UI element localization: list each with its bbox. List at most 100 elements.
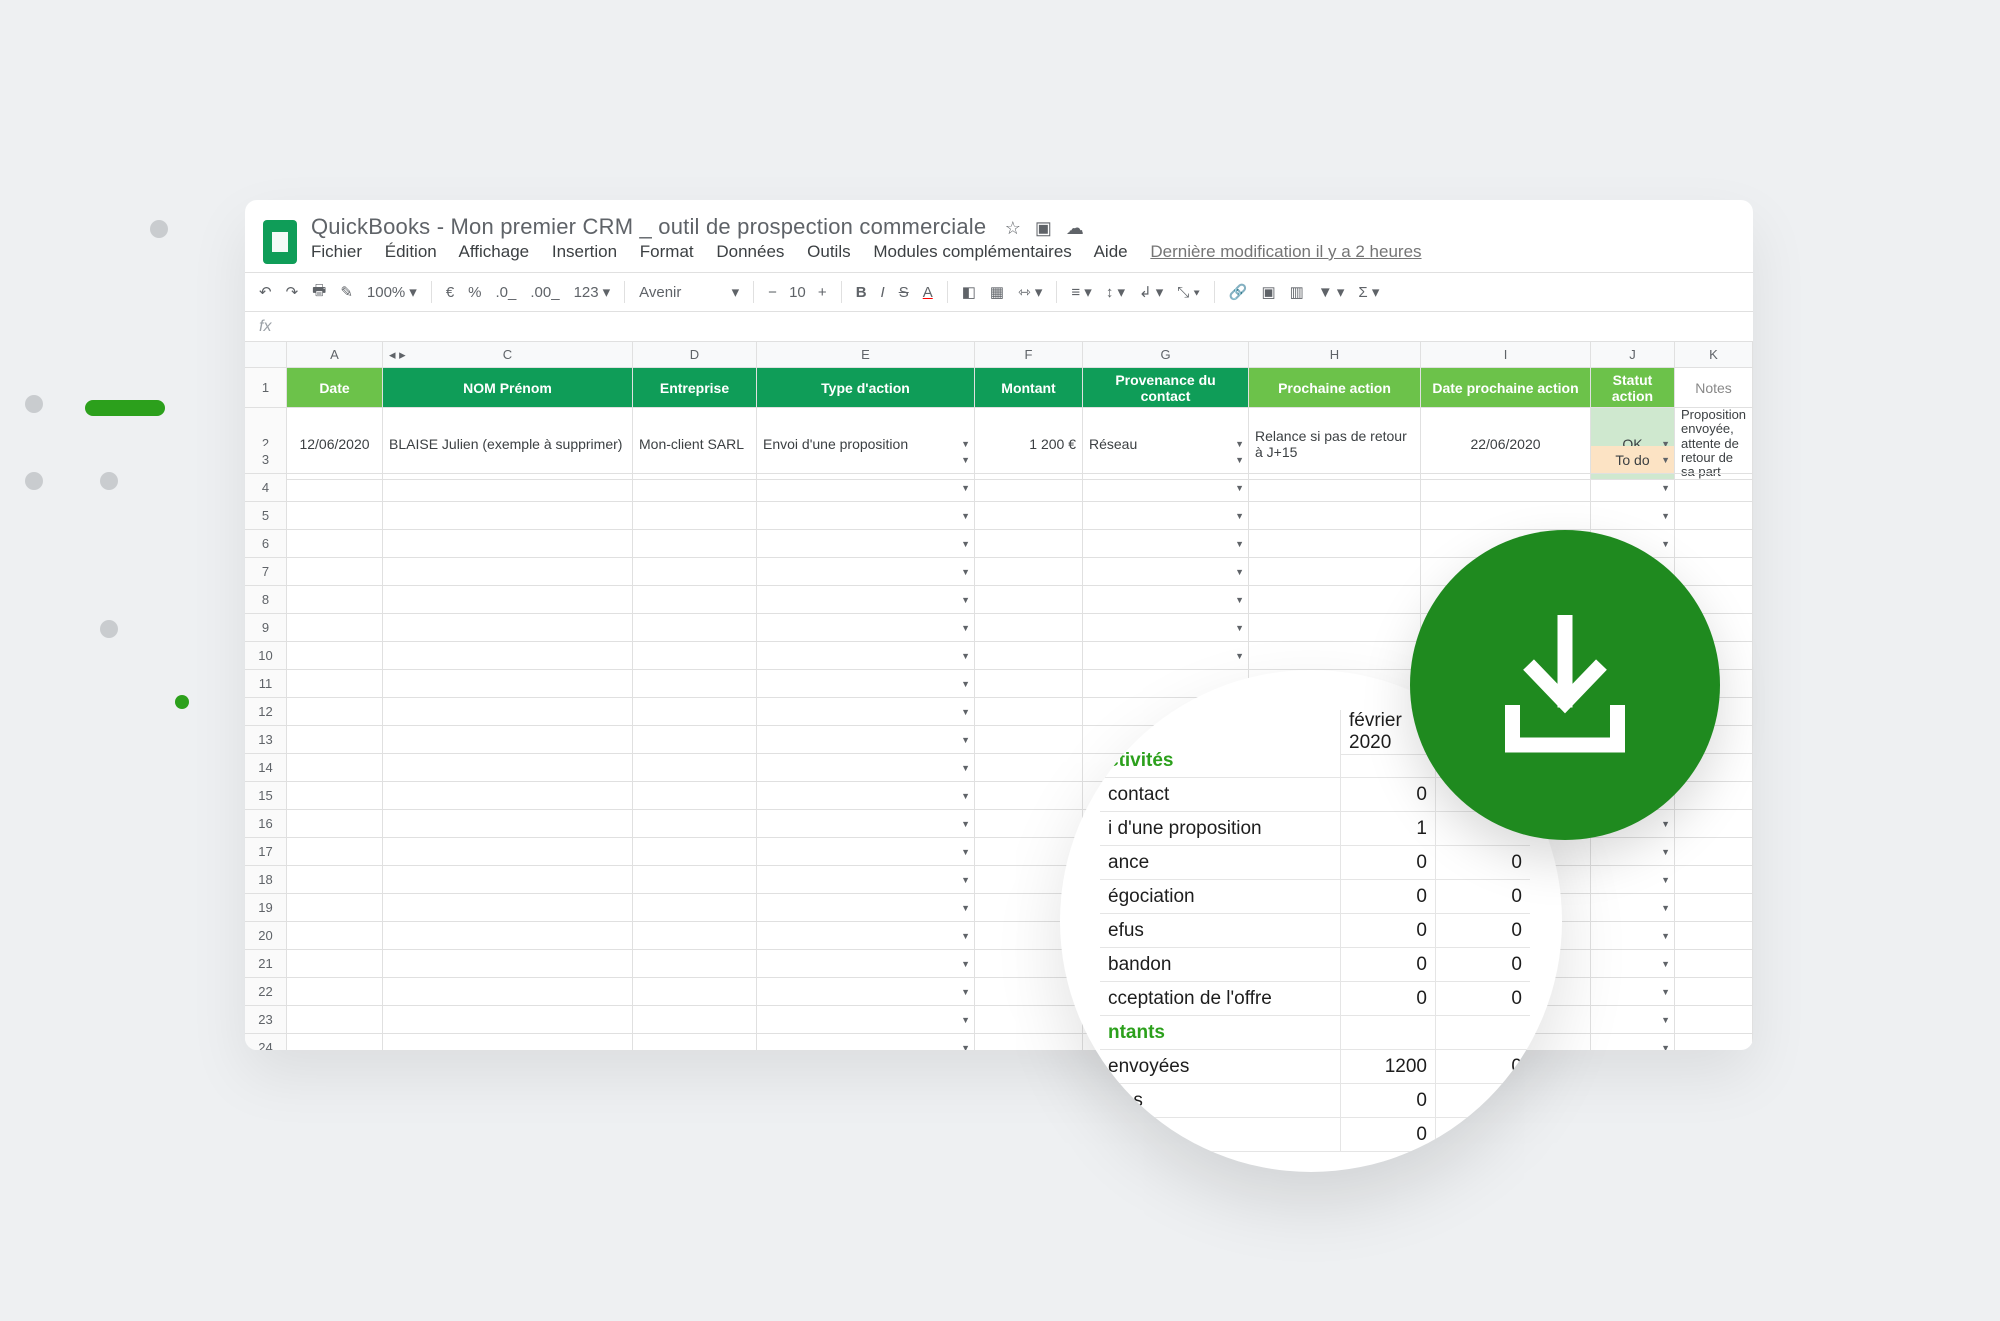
- number-format-select[interactable]: 123 ▾: [574, 283, 611, 301]
- dropdown-icon[interactable]: ▼: [961, 623, 970, 633]
- dropdown-icon[interactable]: ▼: [961, 1043, 970, 1051]
- dropdown-icon[interactable]: ▼: [1235, 623, 1244, 633]
- document-title[interactable]: QuickBooks - Mon premier CRM _ outil de …: [311, 214, 986, 239]
- menu-edition[interactable]: Édition: [385, 242, 437, 261]
- dropdown-icon[interactable]: ▼: [1661, 875, 1670, 885]
- dropdown-icon[interactable]: ▼: [961, 987, 970, 997]
- menu-insertion[interactable]: Insertion: [552, 242, 617, 261]
- dropdown-icon[interactable]: ▼: [961, 595, 970, 605]
- move-folder-icon[interactable]: ▣: [1035, 218, 1052, 239]
- dropdown-icon[interactable]: ▼: [1661, 1015, 1670, 1025]
- dropdown-icon[interactable]: ▼: [961, 539, 970, 549]
- dropdown-icon[interactable]: ▼: [1661, 931, 1670, 941]
- formula-bar[interactable]: fx: [245, 312, 1753, 342]
- chart-icon[interactable]: ▥: [1290, 283, 1304, 301]
- dropdown-icon[interactable]: ▼: [1661, 959, 1670, 969]
- star-icon[interactable]: ☆: [1005, 218, 1021, 239]
- panel-row: égociation00: [1100, 880, 1522, 914]
- col-statut: Statut action: [1591, 368, 1675, 408]
- filter-icon[interactable]: ▼ ▾: [1318, 283, 1345, 301]
- bold-button[interactable]: B: [856, 284, 867, 301]
- dropdown-icon[interactable]: ▼: [961, 1015, 970, 1025]
- menu-format[interactable]: Format: [640, 242, 694, 261]
- dropdown-icon[interactable]: ▼: [1235, 651, 1244, 661]
- col-prochaine: Prochaine action: [1249, 368, 1421, 408]
- decrease-decimal-button[interactable]: .0_: [496, 284, 517, 301]
- dropdown-icon[interactable]: ▼: [1235, 595, 1244, 605]
- undo-icon[interactable]: ↶: [259, 283, 272, 301]
- dropdown-icon[interactable]: ▼: [1661, 539, 1670, 549]
- strike-button[interactable]: S: [899, 284, 909, 301]
- col-provenance: Provenance du contact: [1083, 368, 1249, 408]
- empty-row[interactable]: 5▼▼▼: [245, 502, 1753, 530]
- dropdown-icon[interactable]: ▼: [1661, 455, 1670, 465]
- dropdown-icon[interactable]: ▼: [961, 875, 970, 885]
- dropdown-icon[interactable]: ▼: [1235, 511, 1244, 521]
- dropdown-icon[interactable]: ▼: [961, 847, 970, 857]
- valign-icon[interactable]: ↕ ▾: [1106, 283, 1125, 301]
- dropdown-icon[interactable]: ▼: [1235, 567, 1244, 577]
- italic-button[interactable]: I: [881, 284, 885, 301]
- dropdown-icon[interactable]: ▼: [961, 903, 970, 913]
- menu-fichier[interactable]: Fichier: [311, 242, 362, 261]
- halign-icon[interactable]: ≡ ▾: [1071, 283, 1091, 301]
- menu-aide[interactable]: Aide: [1094, 242, 1128, 261]
- accent-dash: [85, 400, 165, 416]
- dropdown-icon[interactable]: ▼: [1235, 483, 1244, 493]
- dropdown-icon[interactable]: ▼: [961, 651, 970, 661]
- last-modified[interactable]: Dernière modification il y a 2 heures: [1150, 242, 1421, 261]
- font-select[interactable]: Avenir ▾: [639, 283, 739, 301]
- dropdown-icon[interactable]: ▼: [961, 483, 970, 493]
- font-size-select[interactable]: − 10 +: [768, 284, 827, 301]
- dropdown-icon[interactable]: ▼: [1661, 987, 1670, 997]
- empty-row[interactable]: 4▼▼▼: [245, 474, 1753, 502]
- rotate-icon[interactable]: ⤡ ▾: [1177, 284, 1199, 301]
- dropdown-icon[interactable]: ▼: [1235, 455, 1244, 465]
- increase-decimal-button[interactable]: .00_: [530, 284, 559, 301]
- dropdown-icon[interactable]: ▼: [961, 735, 970, 745]
- dropdown-icon[interactable]: ▼: [961, 819, 970, 829]
- text-color-button[interactable]: A: [923, 284, 933, 301]
- link-icon[interactable]: 🔗: [1229, 283, 1248, 301]
- dropdown-icon[interactable]: ▼: [961, 931, 970, 941]
- fill-color-icon[interactable]: ◧: [962, 283, 976, 301]
- merge-cells-icon[interactable]: ⇿ ▾: [1018, 283, 1042, 301]
- data-row[interactable]: 2 12/06/2020 BLAISE Julien (exemple à su…: [245, 408, 1753, 446]
- functions-icon[interactable]: Σ ▾: [1358, 283, 1379, 301]
- dropdown-icon[interactable]: ▼: [1661, 819, 1670, 829]
- download-button[interactable]: [1410, 530, 1720, 840]
- menu-donnees[interactable]: Données: [716, 242, 784, 261]
- zoom-select[interactable]: 100% ▾: [367, 283, 417, 301]
- data-row[interactable]: 3 ▼ ▼ To do▼: [245, 446, 1753, 474]
- dropdown-icon[interactable]: ▼: [1661, 483, 1670, 493]
- menu-affichage[interactable]: Affichage: [459, 242, 530, 261]
- dropdown-icon[interactable]: ▼: [961, 959, 970, 969]
- menu-outils[interactable]: Outils: [807, 242, 850, 261]
- borders-icon[interactable]: ▦: [990, 283, 1004, 301]
- panel-row: envoyées12000: [1100, 1050, 1522, 1084]
- cell-statut: To do▼: [1591, 446, 1675, 474]
- dropdown-icon[interactable]: ▼: [1235, 539, 1244, 549]
- dropdown-icon[interactable]: ▼: [961, 679, 970, 689]
- dropdown-icon[interactable]: ▼: [1661, 511, 1670, 521]
- dropdown-icon[interactable]: ▼: [961, 455, 970, 465]
- dropdown-icon[interactable]: ▼: [961, 511, 970, 521]
- dropdown-icon[interactable]: ▼: [1661, 903, 1670, 913]
- dropdown-icon[interactable]: ▼: [961, 763, 970, 773]
- dropdown-icon[interactable]: ▼: [961, 707, 970, 717]
- dropdown-icon[interactable]: ▼: [961, 791, 970, 801]
- currency-button[interactable]: €: [446, 284, 454, 301]
- fx-label: fx: [259, 318, 271, 336]
- dropdown-icon[interactable]: ▼: [961, 567, 970, 577]
- dropdown-icon[interactable]: ▼: [1661, 1043, 1670, 1051]
- paint-format-icon[interactable]: ✎: [340, 283, 353, 301]
- panel-row: 0: [1100, 1118, 1522, 1152]
- comment-icon[interactable]: ▣: [1261, 283, 1275, 301]
- col-entreprise: Entreprise: [633, 368, 757, 408]
- redo-icon[interactable]: ↷: [286, 283, 299, 301]
- print-icon[interactable]: 🖶: [312, 280, 326, 305]
- dropdown-icon[interactable]: ▼: [1661, 847, 1670, 857]
- menu-modules[interactable]: Modules complémentaires: [873, 242, 1071, 261]
- wrap-icon[interactable]: ↲ ▾: [1139, 283, 1163, 301]
- percent-button[interactable]: %: [468, 284, 481, 301]
